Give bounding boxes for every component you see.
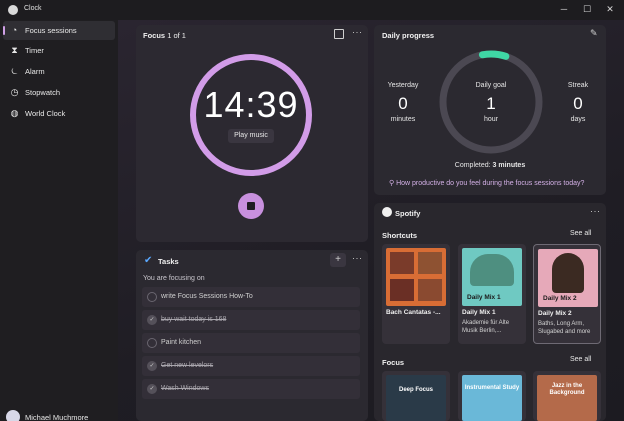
sidebar-item-focus-sessions[interactable]: ◔ Focus sessions xyxy=(3,21,115,40)
sidebar-item-stopwatch[interactable]: ◷ Stopwatch xyxy=(3,83,115,102)
app-title: Clock xyxy=(24,5,42,12)
focus-heading: Focus xyxy=(382,358,405,367)
active-indicator xyxy=(3,26,5,35)
more-options-icon[interactable]: ··· xyxy=(590,206,601,216)
tile-title: Daily Mix 2 xyxy=(538,310,572,317)
more-options-icon[interactable]: ··· xyxy=(352,27,363,37)
link-icon: ⚲ xyxy=(389,180,395,187)
yesterday-label: Yesterday xyxy=(387,82,419,89)
streak-value: 0 xyxy=(573,94,583,113)
tile-subtitle: Akademie für Alte Musik Berlin,... xyxy=(462,320,510,334)
task-item[interactable]: Paint kitchen xyxy=(142,333,360,353)
completed-summary: Completed: 3 minutes xyxy=(454,162,526,169)
title-bar: Clock ─ ☐ ✕ xyxy=(0,0,624,20)
sidebar-item-timer[interactable]: ⧗ Timer xyxy=(3,41,115,60)
task-checkbox-checked[interactable]: ✓ xyxy=(147,384,157,394)
task-text: write Focus Sessions How-To xyxy=(161,293,253,300)
focus-icon: ◔ xyxy=(11,25,18,35)
edit-pencil-icon[interactable]: ✎ xyxy=(590,28,598,39)
daily-goal-unit: hour xyxy=(483,116,498,123)
yesterday-value: 0 xyxy=(398,94,408,113)
yesterday-unit: minutes xyxy=(390,116,416,123)
spotify-brand: Spotify xyxy=(395,209,421,218)
task-item[interactable]: write Focus Sessions How-To xyxy=(142,287,360,307)
playlist-art-instrumental-study: Instrumental Study xyxy=(462,375,522,421)
task-text: Get new levelors xyxy=(161,362,214,369)
task-text: buy wait today is 168 xyxy=(161,316,227,323)
focus-see-all-link[interactable]: See all xyxy=(570,356,591,363)
sidebar-item-label: Stopwatch xyxy=(25,88,61,97)
minimize-button[interactable]: ─ xyxy=(557,3,571,15)
globe-icon: ◍ xyxy=(10,108,19,118)
clock-icon xyxy=(8,5,18,15)
timer-display: 14:39 xyxy=(203,84,299,125)
shortcut-tile[interactable]: Daily Mix 1 Daily Mix 1 Akademie für Alt… xyxy=(458,244,526,344)
task-item[interactable]: ✓ Wash Windows xyxy=(142,379,360,399)
stopwatch-icon: ◷ xyxy=(10,87,19,97)
sidebar-item-world-clock[interactable]: ◍ World Clock xyxy=(3,104,115,123)
tile-title: Bach Cantatas -... xyxy=(386,309,441,316)
focus-playlist-tile[interactable]: Instrumental Study xyxy=(458,371,526,421)
task-text: Paint kitchen xyxy=(161,339,202,346)
sidebar: ◔ Focus sessions ⧗ Timer ⏾ Alarm ◷ Stopw… xyxy=(0,20,118,421)
goal-progress-arc xyxy=(478,50,510,60)
playlist-art-deep-focus: Deep Focus xyxy=(386,375,446,421)
task-checkbox-checked[interactable]: ✓ xyxy=(147,361,157,371)
play-music-button[interactable]: Play music xyxy=(228,129,274,143)
daily-goal-value: 1 xyxy=(486,94,496,113)
shortcuts-heading: Shortcuts xyxy=(382,231,418,240)
task-text: Wash Windows xyxy=(161,385,209,392)
sidebar-item-label: Focus sessions xyxy=(25,26,77,35)
task-checkbox-checked[interactable]: ✓ xyxy=(147,315,157,325)
hourglass-icon: ⧗ xyxy=(11,45,18,55)
tile-title: Daily Mix 1 xyxy=(462,309,496,316)
album-art-daily-mix-1: Daily Mix 1 xyxy=(462,248,522,306)
focus-title: Focus 1 of 1 xyxy=(143,31,186,40)
sidebar-item-label: Timer xyxy=(25,46,44,55)
task-checkbox[interactable] xyxy=(147,338,157,348)
task-item[interactable]: ✓ buy wait today is 168 xyxy=(142,310,360,330)
sidebar-item-label: World Clock xyxy=(25,109,66,118)
album-art-daily-mix-2: Daily Mix 2 xyxy=(538,249,598,307)
focusing-label: You are focusing on xyxy=(143,275,205,282)
add-task-button[interactable]: + xyxy=(330,253,346,267)
daily-progress-title: Daily progress xyxy=(382,31,435,40)
spotify-icon xyxy=(382,207,392,217)
stop-icon xyxy=(247,202,255,210)
task-checkbox[interactable] xyxy=(147,292,157,302)
shortcut-tile[interactable]: Daily Mix 2 Daily Mix 2 Baths, Long Arm,… xyxy=(533,244,601,344)
productivity-question-link[interactable]: ⚲ How productive do you feel during the … xyxy=(389,179,584,187)
album-art-bach xyxy=(386,248,446,306)
todo-check-icon: ✔ xyxy=(144,255,153,266)
streak-label: Streak xyxy=(567,82,589,89)
shortcut-tile[interactable]: Bach Cantatas -... xyxy=(382,244,450,344)
focus-playlist-tile[interactable]: Jazz in the Background xyxy=(533,371,601,421)
close-button[interactable]: ✕ xyxy=(603,3,617,15)
completed-value: 3 minutes xyxy=(492,162,526,169)
focus-playlist-tile[interactable]: Deep Focus xyxy=(382,371,450,421)
streak-unit: days xyxy=(570,116,586,123)
tasks-title: Tasks xyxy=(158,257,179,266)
sidebar-item-label: Alarm xyxy=(25,67,45,76)
focus-counter: 1 of 1 xyxy=(167,31,186,40)
avatar xyxy=(6,410,20,421)
daily-goal-label: Daily goal xyxy=(475,82,507,89)
user-name: Michael Muchmore xyxy=(25,413,89,421)
sidebar-item-alarm[interactable]: ⏾ Alarm xyxy=(3,62,115,81)
stop-button[interactable] xyxy=(238,193,264,219)
task-item[interactable]: ✓ Get new levelors xyxy=(142,356,360,376)
playlist-art-jazz-background: Jazz in the Background xyxy=(537,375,597,421)
mini-view-icon[interactable] xyxy=(334,29,344,39)
tile-subtitle: Baths, Long Arm, Slugabed and more xyxy=(538,321,591,335)
bell-icon: ⏾ xyxy=(10,66,19,76)
more-options-icon[interactable]: ··· xyxy=(352,253,363,263)
maximize-button[interactable]: ☐ xyxy=(580,3,594,15)
shortcuts-see-all-link[interactable]: See all xyxy=(570,230,591,237)
